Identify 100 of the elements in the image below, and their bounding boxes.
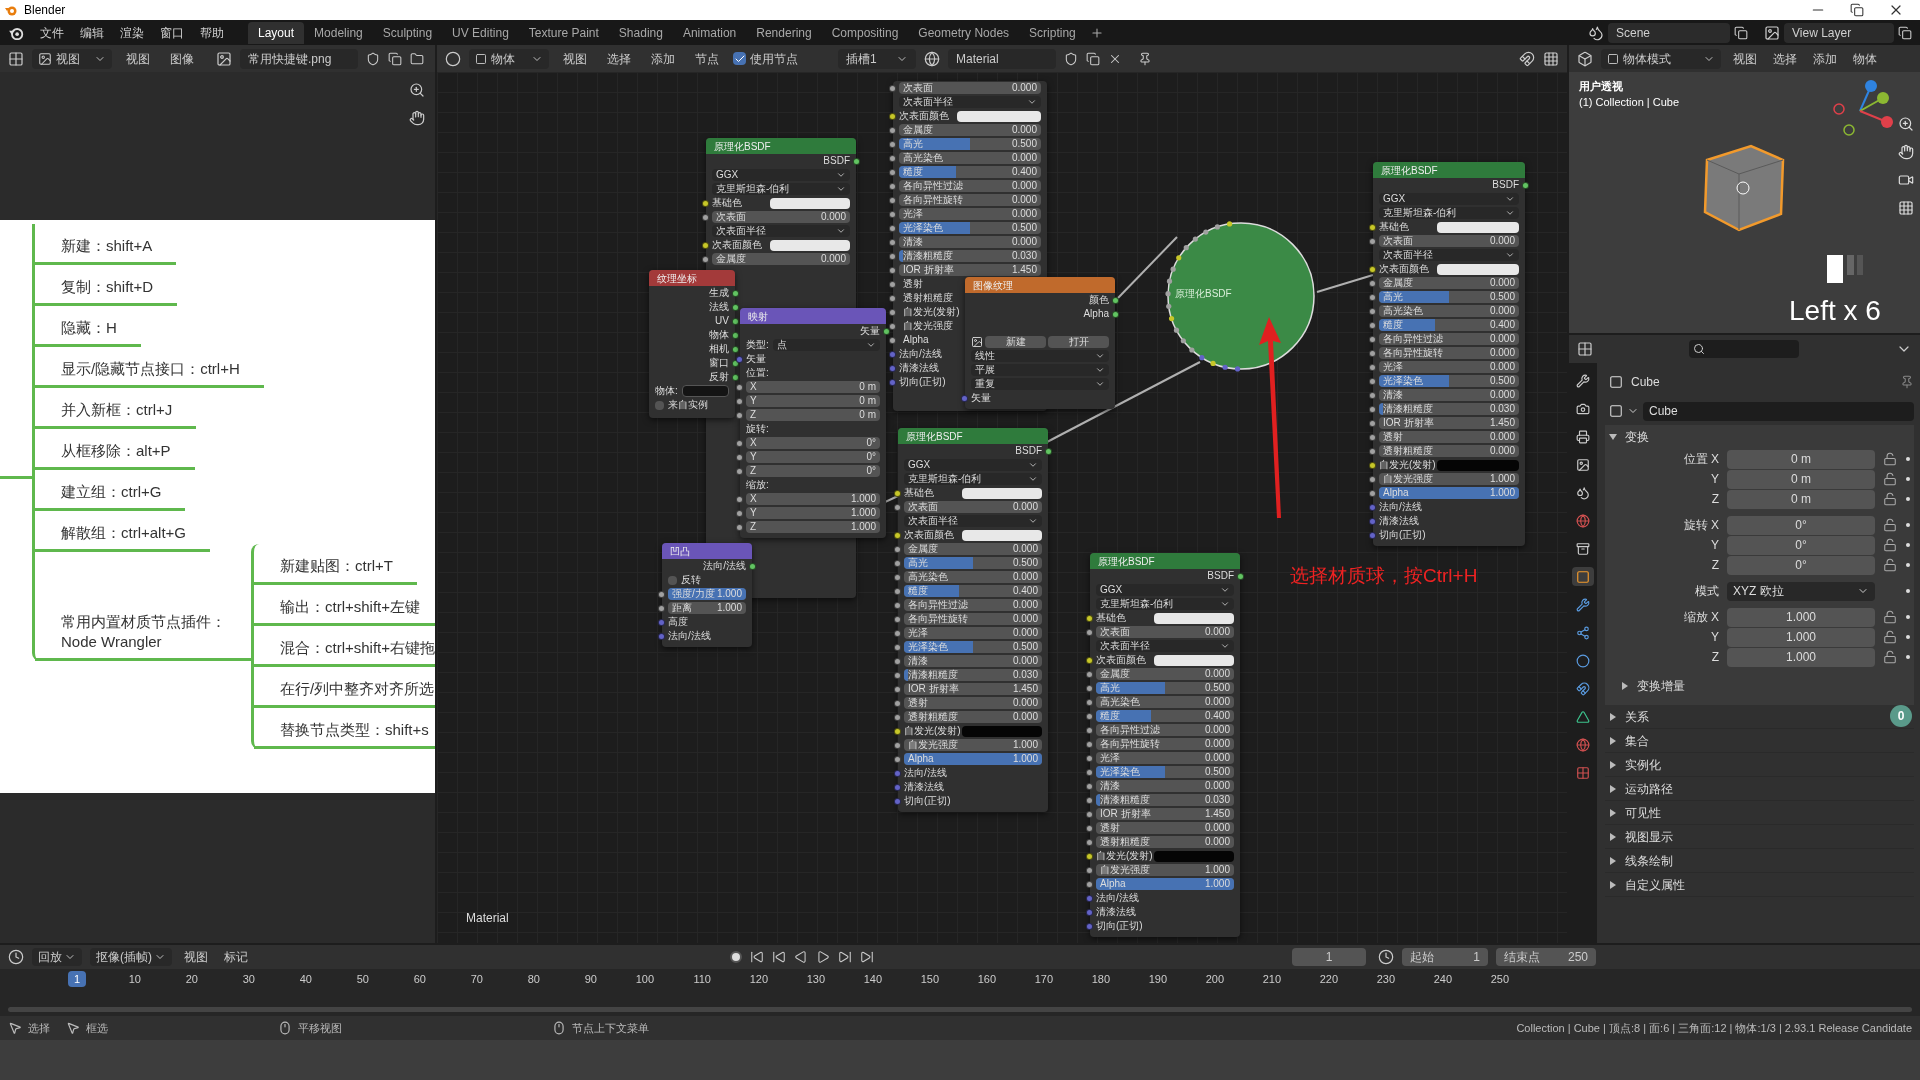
frame-tick: 170 — [1034, 971, 1053, 987]
socket-label: 自发光(发射) — [1096, 851, 1154, 861]
frame-tick: 140 — [863, 971, 882, 987]
status-info: Collection | Cube | 顶点:8 | 面:6 | 三角面:12 | 物体:1/3 | 2.93.1 Release Candidate — [1516, 1020, 1913, 1036]
socket-label: 切向(正切) — [899, 377, 946, 387]
field-label: 缩放 X — [1682, 609, 1720, 626]
view-name: 用户透视 — [1579, 79, 1623, 94]
socket-label: 法向/法线 — [899, 349, 942, 359]
section-label: 位置: — [746, 368, 769, 378]
socket-label: 法向/法线 — [668, 631, 711, 641]
frame-tick: 180 — [1091, 971, 1110, 987]
object-name: Cube — [1631, 374, 1660, 391]
node-title: 原理化BSDF — [1381, 163, 1438, 178]
socket-label: 生成 — [709, 288, 729, 298]
field-label: Y — [1710, 537, 1720, 554]
node-title: 原理化BSDF — [714, 139, 771, 154]
socket-label: 切向(正切) — [904, 796, 951, 806]
field-label: Z — [1710, 557, 1720, 574]
frame-tick: 190 — [1148, 971, 1167, 987]
socket-label: 基础色 — [904, 488, 935, 498]
socket-label: 反射 — [709, 372, 729, 382]
material-label: Material — [466, 910, 509, 927]
frame-tick: 10 — [128, 971, 141, 987]
section-label: 缩放: — [746, 480, 769, 490]
mindmap-node: 复制：shift+D — [35, 265, 178, 306]
checkbox-label: 来自实例 — [668, 400, 708, 410]
socket-label: BSDF — [823, 156, 850, 166]
socket-label: 自发光(发射) — [1379, 460, 1437, 470]
frame-tick: 50 — [356, 971, 369, 987]
frame-tick: 200 — [1205, 971, 1224, 987]
field-label: Z — [1710, 491, 1720, 508]
socket-label: 自发光(发射) — [904, 726, 962, 736]
socket-label: 次表面颜色 — [1096, 655, 1147, 665]
socket-label: 自发光(发射) — [902, 307, 960, 317]
socket-label: 颜色 — [1089, 295, 1109, 305]
field-label: 旋转 X — [1682, 517, 1720, 534]
field-label: Y — [1710, 471, 1720, 488]
mindmap-node: 新建贴图：ctrl+T — [254, 544, 417, 585]
node-title: 纹理坐标 — [657, 271, 697, 286]
annotation-text: 选择材质球，按Ctrl+H — [1290, 564, 1478, 588]
socket-label: BSDF — [1492, 180, 1519, 190]
mindmap-node: 解散组：ctrl+alt+G — [35, 511, 211, 552]
socket-label: 透射 — [902, 279, 923, 289]
node-title: 凹凸 — [670, 544, 690, 559]
socket-label: 自发光强度 — [902, 321, 953, 331]
socket-label: 次表面颜色 — [904, 530, 955, 540]
socket-label: Alpha — [1083, 309, 1109, 319]
frame-tick: 240 — [1433, 971, 1452, 987]
status-hint: 选择 — [28, 1020, 50, 1036]
status-hint: 框选 — [86, 1020, 108, 1036]
socket-label: BSDF — [1015, 446, 1042, 456]
field-label: Z — [1710, 649, 1720, 666]
frame-tick: 130 — [806, 971, 825, 987]
socket-label: 切向(正切) — [1096, 921, 1143, 931]
mindmap-node: 隐藏：H — [35, 306, 141, 347]
socket-label: 物体 — [709, 330, 729, 340]
field-label: 位置 X — [1682, 451, 1720, 468]
socket-label: 高度 — [668, 617, 688, 627]
key-overlay-text: Left x 6 — [1789, 294, 1881, 328]
socket-label: 相机 — [709, 344, 729, 354]
node-title: 原理化BSDF — [1175, 287, 1232, 301]
section-label: 旋转: — [746, 424, 769, 434]
socket-label: Alpha — [902, 335, 929, 345]
collection-info: (1) Collection | Cube — [1579, 95, 1680, 110]
frame-tick: 120 — [749, 971, 768, 987]
frame-tick: 60 — [413, 971, 426, 987]
socket-label: 类型: — [746, 340, 769, 350]
socket-label: 矢量 — [860, 326, 880, 336]
field-label: 模式 — [1694, 583, 1720, 600]
panel-title: 变换 — [1625, 429, 1649, 446]
socket-label: 清漆法线 — [1379, 516, 1419, 526]
socket-label: 法线 — [709, 302, 729, 312]
socket-label: 清漆法线 — [904, 782, 944, 792]
frame-tick: 30 — [242, 971, 255, 987]
socket-label: 切向(正切) — [1379, 530, 1426, 540]
socket-label: 清漆法线 — [899, 363, 939, 373]
socket-label: 法向/法线 — [1379, 502, 1422, 512]
socket-label: 次表面颜色 — [899, 111, 950, 121]
frame-tick: 230 — [1376, 971, 1395, 987]
socket-label: 基础色 — [712, 198, 743, 208]
socket-label: 透射粗糙度 — [902, 293, 953, 303]
socket-label: 基础色 — [1096, 613, 1127, 623]
frame-tick: 90 — [584, 971, 597, 987]
socket-label: 矢量 — [746, 354, 766, 364]
frame-tick: 40 — [299, 971, 312, 987]
frame-tick: 70 — [470, 971, 483, 987]
frame-tick: 150 — [920, 971, 939, 987]
mindmap-node: 并入新框：ctrl+J — [35, 388, 197, 429]
node-title: 映射 — [748, 309, 768, 324]
status-hint: 节点上下文菜单 — [572, 1020, 649, 1036]
socket-label: 物体: — [655, 386, 678, 396]
socket-label: 法向/法线 — [904, 768, 947, 778]
mindmap-node: 显示/隐藏节点接口：ctrl+H — [35, 347, 264, 388]
socket-label: UV — [715, 316, 729, 326]
mindmap-node: 常用内置材质节点插件： Node Wrangler — [35, 612, 251, 661]
socket-label: 法向/法线 — [1096, 893, 1139, 903]
mindmap-node: 从框移除：alt+P — [35, 429, 195, 470]
mindmap-node: 新建：shift+A — [35, 224, 177, 265]
frame-tick: 220 — [1319, 971, 1338, 987]
socket-label: 次表面颜色 — [712, 240, 763, 250]
